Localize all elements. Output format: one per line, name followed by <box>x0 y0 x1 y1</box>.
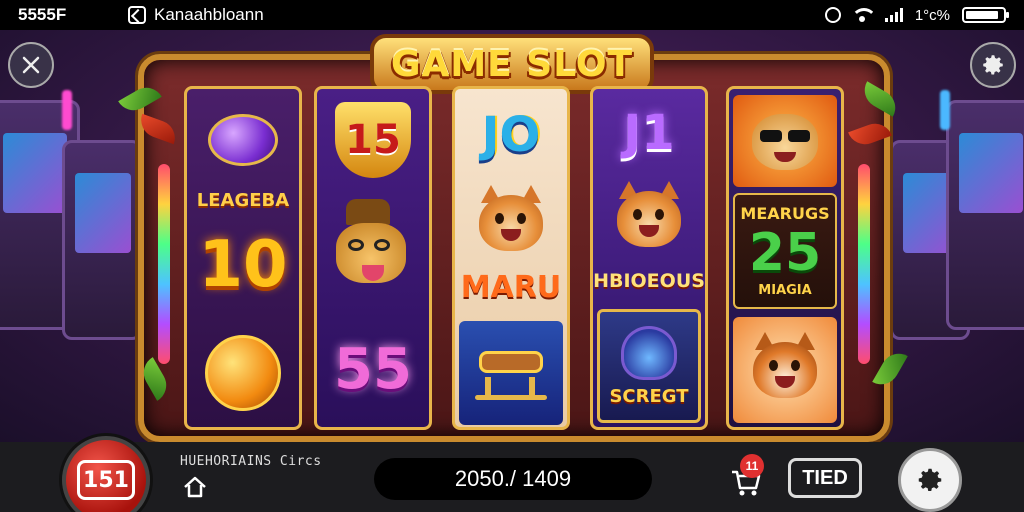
symbol-cell <box>733 95 837 187</box>
app-icon <box>128 6 146 24</box>
symbol-cell: HBIOEOUS <box>593 261 705 301</box>
symbol-label: HBIOEOUS <box>593 270 705 292</box>
battery-icon <box>962 7 1009 23</box>
symbol-cell: 55 <box>321 319 425 419</box>
symbol-cell: 15 <box>321 95 425 185</box>
reel-4: J1 HBIOEOUS SCREGT <box>590 86 708 430</box>
status-bar: 5555F Kanaahbloann 1°c% <box>0 0 1024 30</box>
symbol-cell: MEARUGS 25 MIAGIA <box>733 193 837 309</box>
close-button[interactable] <box>8 42 54 88</box>
battery-level <box>966 11 999 19</box>
purple-ball-icon <box>208 114 278 166</box>
neon-lamp-left <box>62 90 72 130</box>
symbol-number: J1 <box>623 105 675 161</box>
side-light-right <box>858 164 870 364</box>
reel-2: 15 55 <box>314 86 432 430</box>
shiba-face-icon <box>479 185 543 251</box>
status-app-name: Kanaahbloann <box>154 5 264 24</box>
fox-face-icon <box>753 332 817 398</box>
symbol-cell <box>459 321 563 425</box>
symbol-cell <box>459 181 563 265</box>
notification-badge: 11 <box>740 454 764 478</box>
game-area: GAME SLOT LEAGEBA 10 15 55 JO MARU J1 HB… <box>0 30 1024 442</box>
bottom-label: HUEHORIAINS Circs <box>180 454 322 469</box>
symbol-cell: 10 <box>191 215 295 315</box>
tied-button[interactable]: TIED <box>788 458 862 498</box>
symbol-cell <box>733 317 837 423</box>
dog-sunglasses-icon <box>748 108 822 174</box>
status-time: 5555F <box>18 5 67 24</box>
symbol-cell <box>321 189 425 309</box>
side-light-left <box>158 164 170 364</box>
symbol-cell <box>191 95 295 185</box>
status-app: Kanaahbloann <box>128 5 264 25</box>
arcade-machine-right-2 <box>946 100 1024 330</box>
orange-ball-icon <box>205 335 281 411</box>
home-icon[interactable] <box>182 474 208 500</box>
reel-5: MEARUGS 25 MIAGIA <box>726 86 844 430</box>
symbol-label: MIAGIA <box>758 283 812 298</box>
close-icon <box>22 56 40 74</box>
gear-icon <box>983 55 1003 75</box>
hooded-creature-icon <box>621 325 677 380</box>
status-indicators: 1°c% <box>824 6 1009 24</box>
symbol-label: SCREGT <box>609 385 689 407</box>
gear-icon <box>918 468 942 491</box>
alarm-icon <box>824 7 841 23</box>
battery-text: 1°c% <box>914 6 950 24</box>
symbol-cell: J1 <box>597 95 701 171</box>
symbol-cell: JO <box>459 95 563 175</box>
symbol-number: JO <box>481 107 541 163</box>
symbol-cell: MARU <box>459 265 563 309</box>
symbol-number: 55 <box>334 336 412 402</box>
settings-button-top[interactable] <box>970 42 1016 88</box>
signal-icon <box>884 8 903 22</box>
symbol-cell <box>191 323 295 423</box>
game-title: GAME SLOT <box>370 34 654 94</box>
symbol-label: MEARUGS <box>740 204 830 223</box>
spin-button-label: 151 <box>77 460 135 500</box>
symbol-label: MARU <box>460 269 562 305</box>
reel-3: JO MARU <box>452 86 570 430</box>
symbol-number: 15 <box>345 117 401 163</box>
dog-hat-icon <box>328 199 418 299</box>
balance-display: 2050./ 1409 <box>374 458 652 500</box>
settings-button[interactable] <box>898 448 962 512</box>
symbol-cell: SCREGT <box>597 309 701 423</box>
symbol-cell: LEAGEBA <box>191 185 295 215</box>
wifi-icon <box>852 8 873 22</box>
arcade-machine-left-2 <box>62 140 142 340</box>
sled-icon <box>471 343 551 403</box>
shiba-face-icon <box>617 181 681 247</box>
symbol-number: 25 <box>748 223 822 283</box>
symbol-number: 10 <box>198 228 288 302</box>
symbol-cell <box>597 177 701 261</box>
neon-lamp-right <box>940 90 950 130</box>
shield-badge: 15 <box>335 102 411 178</box>
symbol-label: LEAGEBA <box>196 189 290 211</box>
reel-1: LEAGEBA 10 <box>184 86 302 430</box>
